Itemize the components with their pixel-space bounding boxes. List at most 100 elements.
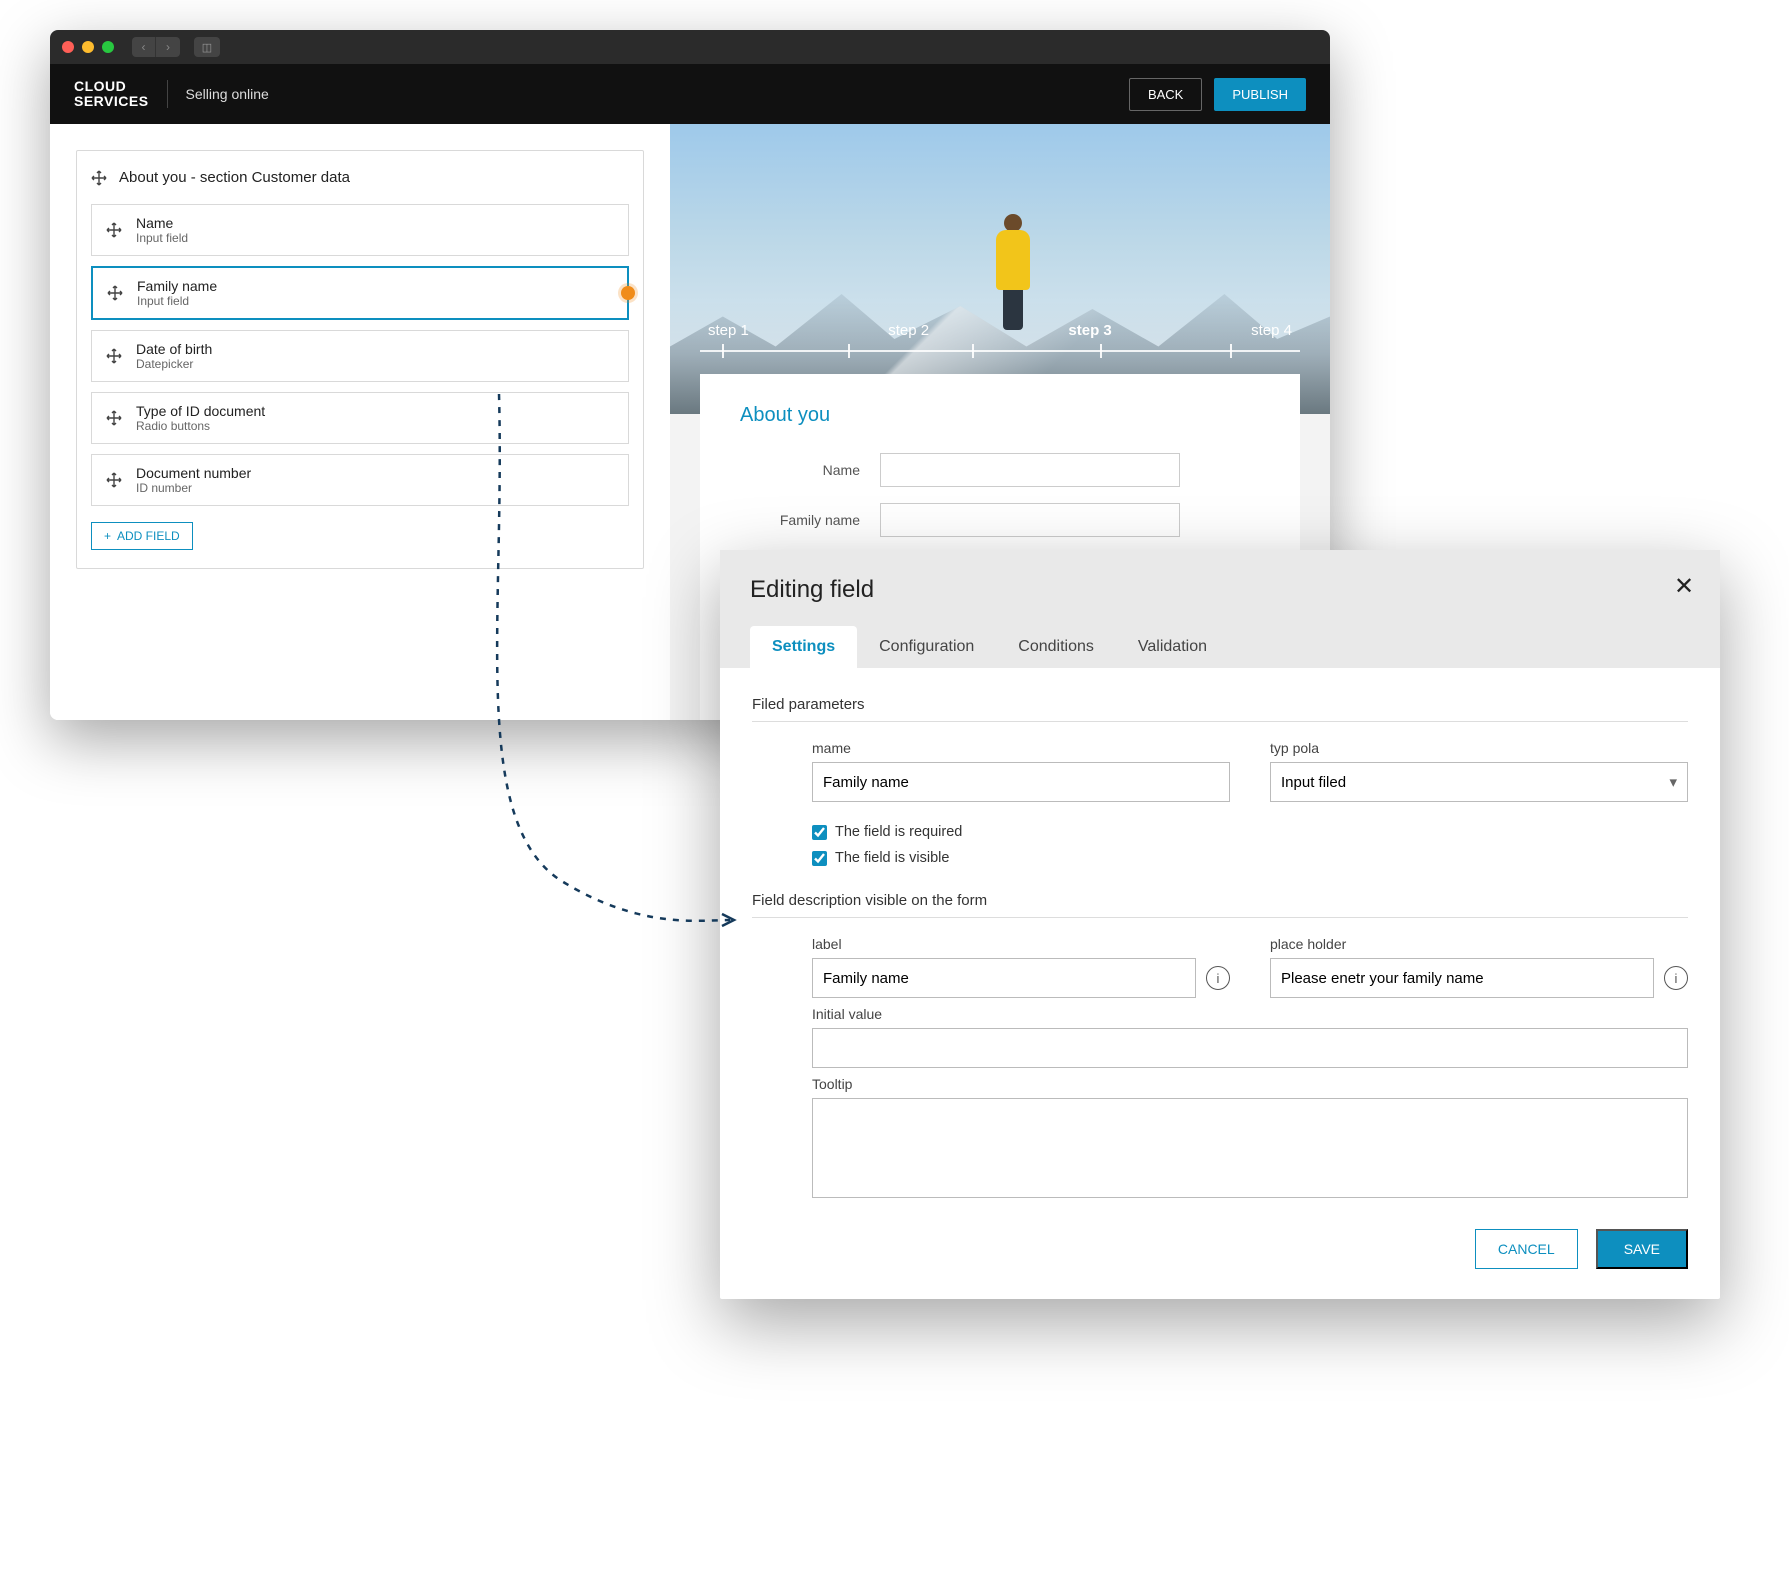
hero-image <box>670 124 1330 414</box>
app-header: CLOUD SERVICES Selling online BACK PUBLI… <box>50 64 1330 124</box>
field-meta: Date of birth Datepicker <box>136 341 212 371</box>
step-3[interactable]: step 3 <box>1060 322 1119 353</box>
stepper-tick <box>848 344 850 358</box>
field-meta: Type of ID document Radio buttons <box>136 403 265 433</box>
field-label: label i <box>812 936 1230 998</box>
stepper-tick <box>722 344 724 358</box>
back-nav-button[interactable]: ‹ <box>132 37 156 57</box>
tab-conditions[interactable]: Conditions <box>996 626 1116 668</box>
sidebar-toggle-button[interactable]: ◫ <box>194 37 220 57</box>
field-meta: Name Input field <box>136 215 188 245</box>
step-indicator: step 1 step 2 step 3 step 4 <box>700 322 1300 353</box>
checkbox-required-row[interactable]: The field is required <box>812 824 1688 840</box>
preview-row-family-name: Family name <box>740 503 1260 537</box>
info-icon[interactable]: i <box>1206 966 1230 990</box>
step-2[interactable]: step 2 <box>880 322 937 353</box>
field-card-name[interactable]: Name Input field <box>91 204 629 256</box>
close-icon: ✕ <box>1674 573 1694 600</box>
checkbox-required-label: The field is required <box>835 824 962 840</box>
preview-row-name: Name <box>740 453 1260 487</box>
plus-icon: + <box>104 529 111 543</box>
move-icon[interactable] <box>106 410 122 426</box>
preview-label-name: Name <box>740 462 860 478</box>
tab-validation[interactable]: Validation <box>1116 626 1229 668</box>
move-icon[interactable] <box>106 348 122 364</box>
close-button[interactable]: ✕ <box>1670 572 1698 600</box>
field-subtitle: Input field <box>136 231 188 245</box>
field-initial-value: Initial value <box>812 1006 1688 1068</box>
person-graphic <box>996 214 1030 330</box>
close-window-icon[interactable] <box>62 41 74 53</box>
group-field-description: Field description visible on the form <box>752 892 1688 918</box>
field-subtitle: Radio buttons <box>136 419 265 433</box>
type-label: typ pola <box>1270 740 1688 756</box>
tab-settings[interactable]: Settings <box>750 626 857 668</box>
window-titlebar: ‹ › ◫ <box>50 30 1330 64</box>
field-title: Name <box>136 215 188 231</box>
preview-input-name[interactable] <box>880 453 1180 487</box>
placeholder-label: place holder <box>1270 936 1654 952</box>
window-controls <box>62 41 114 53</box>
label-label: label <box>812 936 1196 952</box>
initial-value-label: Initial value <box>812 1006 1688 1022</box>
field-meta: Document number ID number <box>136 465 251 495</box>
section-title: About you - section Customer data <box>119 169 350 186</box>
cancel-button[interactable]: CANCEL <box>1475 1229 1578 1269</box>
publish-button[interactable]: PUBLISH <box>1214 78 1306 111</box>
add-field-button[interactable]: + ADD FIELD <box>91 522 193 550</box>
modal-body: Filed parameters mame typ pola Input fil… <box>720 668 1720 1299</box>
field-name: mame <box>812 740 1230 802</box>
modal-tabs: Settings Configuration Conditions Valida… <box>750 626 1690 668</box>
checkbox-visible-label: The field is visible <box>835 850 949 866</box>
minimize-window-icon[interactable] <box>82 41 94 53</box>
modal-title: Editing field <box>750 576 1690 604</box>
checkbox-visible[interactable] <box>812 851 827 866</box>
name-input[interactable] <box>812 762 1230 802</box>
placeholder-input[interactable] <box>1270 958 1654 998</box>
field-title: Family name <box>137 278 217 294</box>
tooltip-input[interactable] <box>812 1098 1688 1198</box>
field-card-dob[interactable]: Date of birth Datepicker <box>91 330 629 382</box>
field-title: Document number <box>136 465 251 481</box>
field-card-family-name[interactable]: Family name Input field <box>91 266 629 320</box>
preview-input-family-name[interactable] <box>880 503 1180 537</box>
move-icon[interactable] <box>107 285 123 301</box>
checkbox-visible-row[interactable]: The field is visible <box>812 850 1688 866</box>
description-grid: label i place holder i Initial value Too… <box>752 936 1688 1203</box>
form-builder-panel: About you - section Customer data Name I… <box>50 124 670 720</box>
checkbox-required[interactable] <box>812 825 827 840</box>
move-icon[interactable] <box>91 170 107 186</box>
field-card-id-type[interactable]: Type of ID document Radio buttons <box>91 392 629 444</box>
stepper-tick <box>972 344 974 358</box>
label-input[interactable] <box>812 958 1196 998</box>
forward-nav-button[interactable]: › <box>156 37 180 57</box>
step-1[interactable]: step 1 <box>700 322 757 353</box>
connection-handle[interactable] <box>621 286 635 300</box>
maximize-window-icon[interactable] <box>102 41 114 53</box>
move-icon[interactable] <box>106 472 122 488</box>
field-type: typ pola Input filed ▾ <box>1270 740 1688 802</box>
move-icon[interactable] <box>106 222 122 238</box>
stepper-line <box>700 350 1300 352</box>
save-button[interactable]: SAVE <box>1596 1229 1688 1269</box>
type-select[interactable]: Input filed ▾ <box>1270 762 1688 802</box>
step-4[interactable]: step 4 <box>1243 322 1300 353</box>
params-grid: mame typ pola Input filed ▾ The field is… <box>752 740 1688 866</box>
info-icon[interactable]: i <box>1664 966 1688 990</box>
brand-line1: CLOUD <box>74 79 149 94</box>
group-field-parameters: Filed parameters <box>752 696 1688 722</box>
field-subtitle: Datepicker <box>136 357 212 371</box>
tab-configuration[interactable]: Configuration <box>857 626 996 668</box>
back-button[interactable]: BACK <box>1129 78 1202 111</box>
initial-value-input[interactable] <box>812 1028 1688 1068</box>
header-actions: BACK PUBLISH <box>1129 78 1306 111</box>
brand-divider <box>167 80 168 108</box>
field-title: Type of ID document <box>136 403 265 419</box>
stepper-tick <box>1100 344 1102 358</box>
chevron-down-icon: ▾ <box>1669 773 1677 791</box>
history-nav: ‹ › <box>132 37 180 57</box>
field-card-doc-number[interactable]: Document number ID number <box>91 454 629 506</box>
preview-label-family-name: Family name <box>740 512 860 528</box>
section-header[interactable]: About you - section Customer data <box>91 169 629 186</box>
tooltip-label: Tooltip <box>812 1076 1688 1092</box>
